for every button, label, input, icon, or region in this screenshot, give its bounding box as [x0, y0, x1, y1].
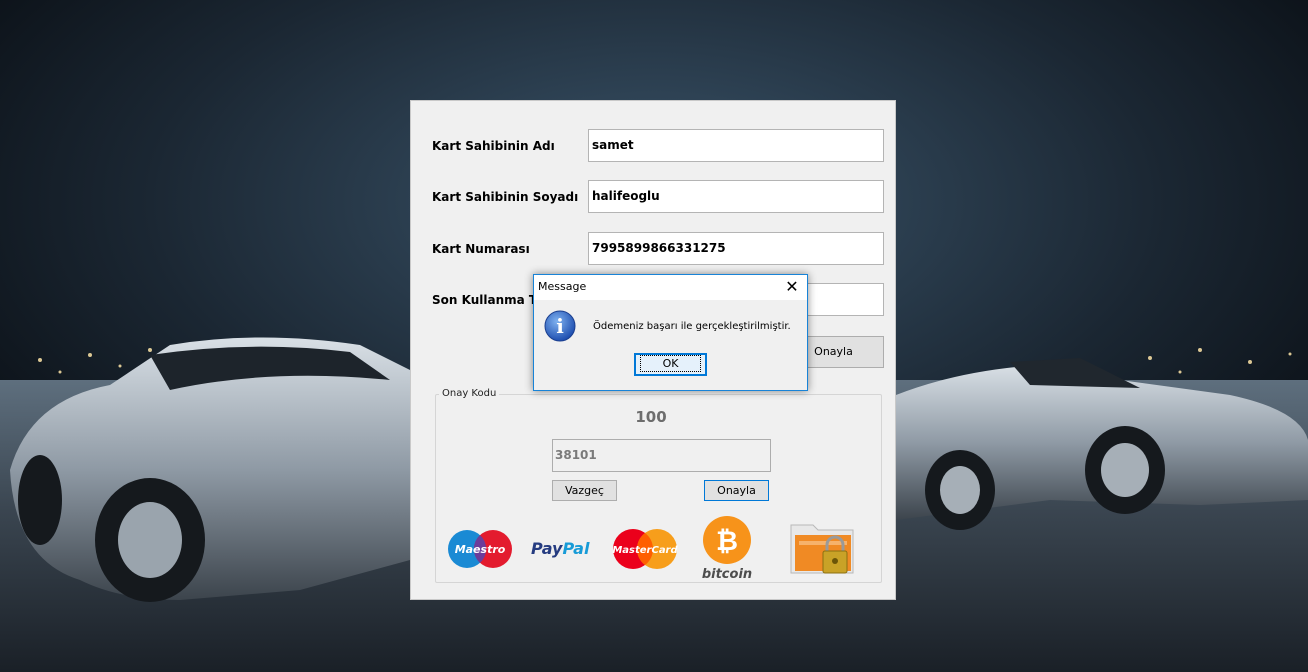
ok-button-label: OK	[639, 355, 702, 372]
card-number-label: Kart Numarası	[432, 242, 530, 256]
card-holder-surname-label: Kart Sahibinin Soyadı	[432, 190, 579, 204]
paypal-logo-text-pay: Pay	[531, 539, 563, 558]
confirmation-code-input[interactable]: 38101	[552, 439, 771, 472]
maestro-logo-text: Maestro	[455, 543, 506, 556]
secure-lock-icon	[789, 519, 857, 577]
svg-text:PayPal: PayPal	[531, 539, 590, 558]
maestro-logo: Maestro	[447, 528, 513, 570]
info-icon-glyph: i	[556, 314, 564, 338]
card-number-input[interactable]: 7995899866331275	[588, 232, 884, 265]
close-icon[interactable]: ✕	[783, 278, 801, 296]
ok-button[interactable]: OK	[634, 353, 707, 376]
mastercard-logo-text: MasterCard	[612, 545, 678, 556]
message-dialog: Message ✕ i Ödemeniz başarı ile gerçekle…	[533, 274, 808, 391]
paypal-logo-text-pal: Pal	[562, 539, 590, 558]
bitcoin-logo-text: bitcoin	[702, 567, 752, 581]
code-confirm-button[interactable]: Onayla	[704, 480, 769, 501]
countdown-counter: 100	[635, 408, 667, 426]
confirmation-code-group-title: Onay Kodu	[439, 388, 500, 399]
mastercard-logo: MasterCard	[612, 527, 679, 571]
paypal-logo: PayPal	[531, 537, 595, 561]
bitcoin-logo: ₿ bitcoin	[698, 515, 756, 582]
card-holder-name-input[interactable]: samet	[588, 129, 884, 162]
card-holder-surname-input[interactable]: halifeoglu	[588, 180, 884, 213]
cancel-button[interactable]: Vazgeç	[552, 480, 617, 501]
expiry-date-label: Son Kullanma Ta	[432, 293, 544, 307]
message-dialog-titlebar: Message ✕	[534, 275, 807, 300]
info-icon: i	[544, 310, 576, 342]
bitcoin-logo-symbol: ₿	[716, 526, 738, 557]
card-holder-name-label: Kart Sahibinin Adı	[432, 139, 555, 153]
message-dialog-title: Message	[538, 280, 587, 293]
message-text: Ödemeniz başarı ile gerçekleştirilmiştir…	[593, 321, 791, 332]
